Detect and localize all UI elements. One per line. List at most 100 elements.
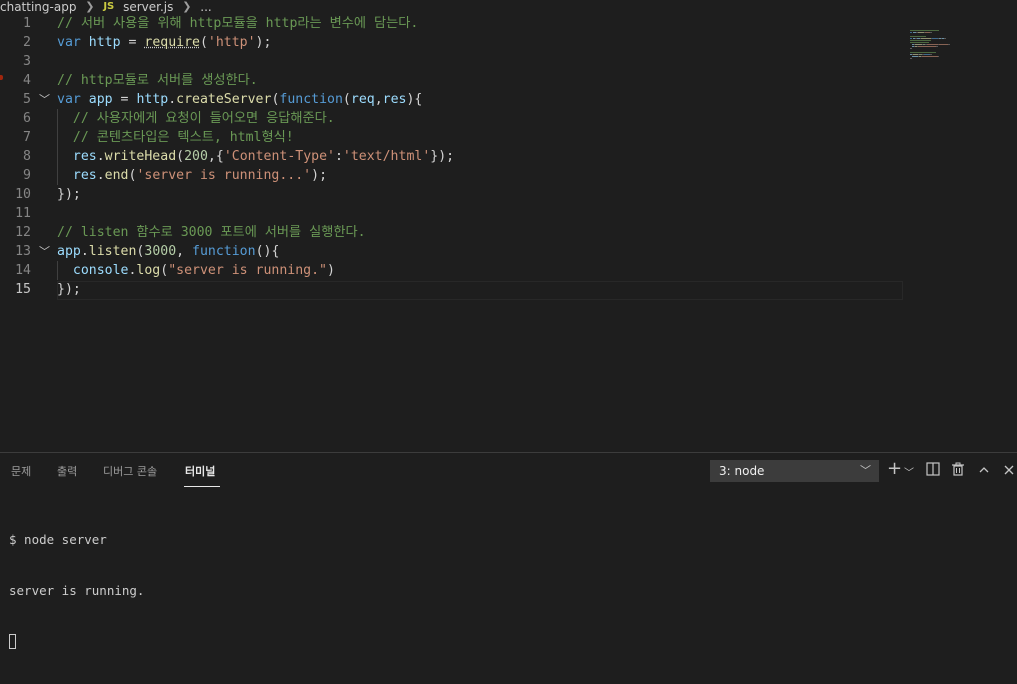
code-token: ( — [160, 263, 169, 278]
code-token: createServer — [176, 92, 272, 107]
code-token: ,{ — [207, 149, 224, 164]
trash-icon[interactable] — [951, 461, 965, 481]
code-token: }); — [430, 149, 455, 164]
minimap-mark — [910, 36, 926, 37]
code-token: ); — [255, 35, 272, 50]
code-text: // http모듈로 서버를 생성한다. — [57, 71, 258, 90]
terminal-cursor — [9, 634, 16, 649]
code-token: ) — [327, 263, 335, 278]
code-token: }); — [57, 282, 81, 297]
code-text: res.writeHead(200,{'Content-Type':'text/… — [57, 147, 454, 166]
close-icon[interactable] — [1003, 461, 1015, 481]
minimap-mark — [910, 48, 912, 49]
code-line[interactable]: 3 — [0, 52, 1017, 71]
minimap-mark — [910, 42, 929, 43]
code-token: var — [57, 92, 81, 107]
code-line[interactable]: 1 // 서버 사용을 위해 http모듈을 http라는 변수에 담는다. — [0, 14, 1017, 33]
breadcrumb-folder[interactable]: chatting-app — [0, 0, 76, 14]
code-token: 'server is running...' — [136, 168, 312, 183]
tab-terminal[interactable]: 터미널 — [185, 463, 215, 479]
chevron-up-icon[interactable] — [978, 461, 990, 481]
code-line[interactable]: 9 res.end('server is running...'); — [0, 166, 1017, 185]
split-icon[interactable] — [926, 461, 940, 481]
code-token: }); — [57, 187, 81, 202]
line-number: 4 — [23, 73, 31, 88]
minimap-mark — [921, 38, 931, 39]
line-number: 8 — [23, 149, 31, 164]
terminal-output[interactable]: $ node server server is running. — [9, 497, 144, 684]
minimap-mark — [948, 44, 950, 45]
tab-output[interactable]: 출력 — [57, 463, 77, 479]
fold-chevron-icon[interactable]: ﹀ — [39, 242, 51, 261]
code-text: // listen 함수로 3000 포트에 서버를 실행한다. — [57, 223, 366, 242]
minimap-mark — [910, 30, 939, 31]
code-line[interactable]: 8 res.writeHead(200,{'Content-Type':'tex… — [0, 147, 1017, 166]
code-token: writeHead — [104, 149, 177, 164]
breadcrumb-file[interactable]: server.js — [123, 0, 173, 14]
minimap-mark — [910, 40, 931, 41]
code-token: ){ — [406, 92, 423, 107]
line-number: 11 — [15, 206, 31, 221]
code-token: res — [72, 149, 97, 164]
code-token: . — [96, 168, 105, 183]
code-line[interactable]: 5 ﹀ var app = http.createServer(function(r… — [0, 90, 1017, 109]
code-token: http — [88, 35, 121, 50]
code-text: }); — [57, 185, 81, 204]
code-token: 'Content-Type' — [223, 149, 335, 164]
code-line[interactable]: 15}); — [0, 280, 1017, 299]
code-token: ( — [342, 92, 351, 107]
breadcrumb-more[interactable]: ... — [200, 0, 211, 14]
minimap-mark — [930, 32, 932, 33]
terminal-line: $ node server — [9, 532, 107, 547]
plus-icon[interactable]: + — [887, 459, 902, 479]
chevron-down-icon[interactable]: ﹀ — [904, 464, 914, 484]
code-token: ( — [176, 149, 185, 164]
code-text: app.listen(3000, function(){ — [57, 242, 279, 261]
code-token: res — [72, 168, 97, 183]
terminal-prompt — [9, 633, 144, 650]
code-token: // 콘텐츠타입은 텍스트, html형식! — [57, 130, 294, 145]
code-token: function — [192, 244, 256, 259]
minimap-mark — [910, 58, 912, 59]
code-line[interactable]: 7 // 콘텐츠타입은 텍스트, html형식! — [0, 128, 1017, 147]
code-line[interactable]: 4 // http모듈로 서버를 생성한다. — [0, 71, 1017, 90]
code-token: console — [72, 263, 129, 278]
line-number: 13 — [15, 244, 31, 259]
line-number: 15 — [15, 282, 31, 297]
minimap[interactable] — [910, 30, 970, 60]
code-token: res — [382, 92, 407, 107]
tab-problems[interactable]: 문제 — [11, 463, 31, 479]
breadcrumb: chatting-app ❯ JS server.js ❯ ... — [0, 0, 1017, 14]
code-token: . — [96, 149, 105, 164]
terminal-select[interactable]: 3: node ﹀ — [710, 460, 879, 482]
code-line[interactable]: 2 var http = require('http'); — [0, 33, 1017, 52]
minimap-mark — [910, 32, 912, 33]
code-line[interactable]: 11 — [0, 204, 1017, 223]
chevron-right-icon: ❯ — [182, 0, 192, 13]
code-token: ( — [199, 35, 208, 50]
code-text: var app = http.createServer(function(req… — [57, 90, 422, 109]
line-number: 14 — [15, 263, 31, 278]
code-line[interactable]: 14 console.log("server is running.") — [0, 261, 1017, 280]
minimap-mark — [944, 38, 946, 39]
code-line[interactable]: 6 // 사용자에게 요청이 들어오면 응답해준다. — [0, 109, 1017, 128]
tab-debug-console[interactable]: 디버그 콘솔 — [103, 463, 157, 479]
code-token: function — [279, 92, 343, 107]
code-text: }); — [57, 280, 81, 299]
code-editor[interactable]: 1 // 서버 사용을 위해 http모듈을 http라는 변수에 담는다. 2 va… — [0, 14, 1017, 452]
minimap-mark — [910, 52, 936, 53]
code-line[interactable]: 12 // listen 함수로 3000 포트에 서버를 실행한다. — [0, 223, 1017, 242]
code-text: res.end('server is running...'); — [57, 166, 327, 185]
line-number: 3 — [23, 54, 31, 69]
code-line[interactable]: 10}); — [0, 185, 1017, 204]
fold-chevron-icon[interactable]: ﹀ — [39, 90, 51, 109]
chevron-right-icon: ❯ — [85, 0, 95, 13]
code-token: , — [374, 92, 383, 107]
code-token: : — [334, 149, 343, 164]
code-line[interactable]: 13 ﹀ app.listen(3000, function(){ — [0, 242, 1017, 261]
terminal-select-value: 3: node — [719, 464, 765, 478]
code-text: console.log("server is running.") — [57, 261, 335, 280]
